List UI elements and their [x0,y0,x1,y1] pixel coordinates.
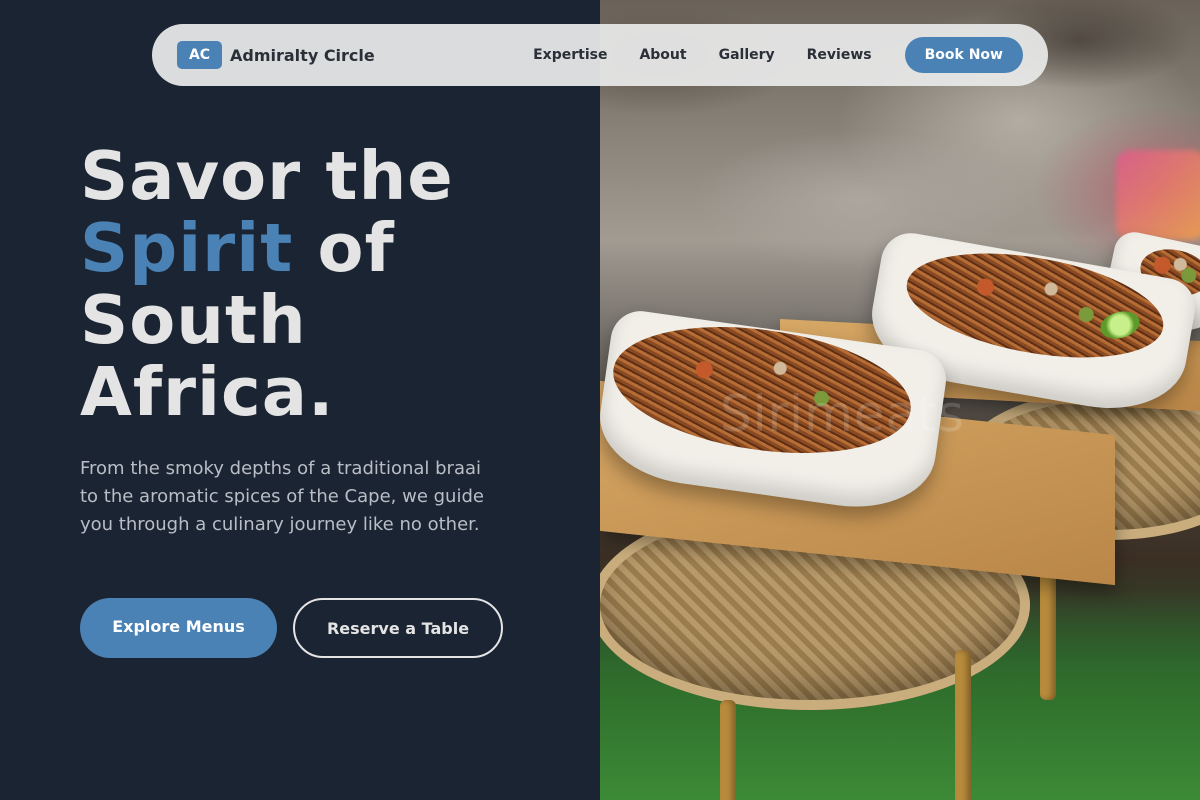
photo-table-leg [955,650,971,800]
nav-link-gallery[interactable]: Gallery [719,47,775,63]
hero-title-line1: Savor the [80,137,454,215]
top-navbar: AC Admiralty Circle Expertise About Gall… [152,24,1048,86]
hero-food-photo: Sirimeats [600,0,1200,800]
hero-title-accent: Spirit [80,209,294,287]
hero-title-line4: Africa. [80,353,335,431]
nav-link-about[interactable]: About [639,47,686,63]
logo-badge[interactable]: AC [177,41,222,69]
reserve-table-button[interactable]: Reserve a Table [293,598,503,658]
book-now-button[interactable]: Book Now [904,37,1023,73]
photo-blurred-object [1116,150,1200,240]
nav-links: Expertise About Gallery Reviews Book Now [533,37,1023,73]
hero-title-line3: South [80,281,307,359]
nav-link-expertise[interactable]: Expertise [533,47,607,63]
hero-subtitle: From the smoky depths of a traditional b… [80,458,484,535]
hero-title: Savor the Spirit of South Africa. [80,140,580,428]
explore-menus-button[interactable]: Explore Menus [80,598,277,658]
photo-table-leg [720,700,736,800]
photo-table-leg [1040,560,1056,700]
hero-title-line2: of [293,209,395,287]
nav-link-reviews[interactable]: Reviews [807,47,872,63]
brand-name[interactable]: Admiralty Circle [230,46,375,65]
photo-watermark: Sirimeats [720,385,965,443]
